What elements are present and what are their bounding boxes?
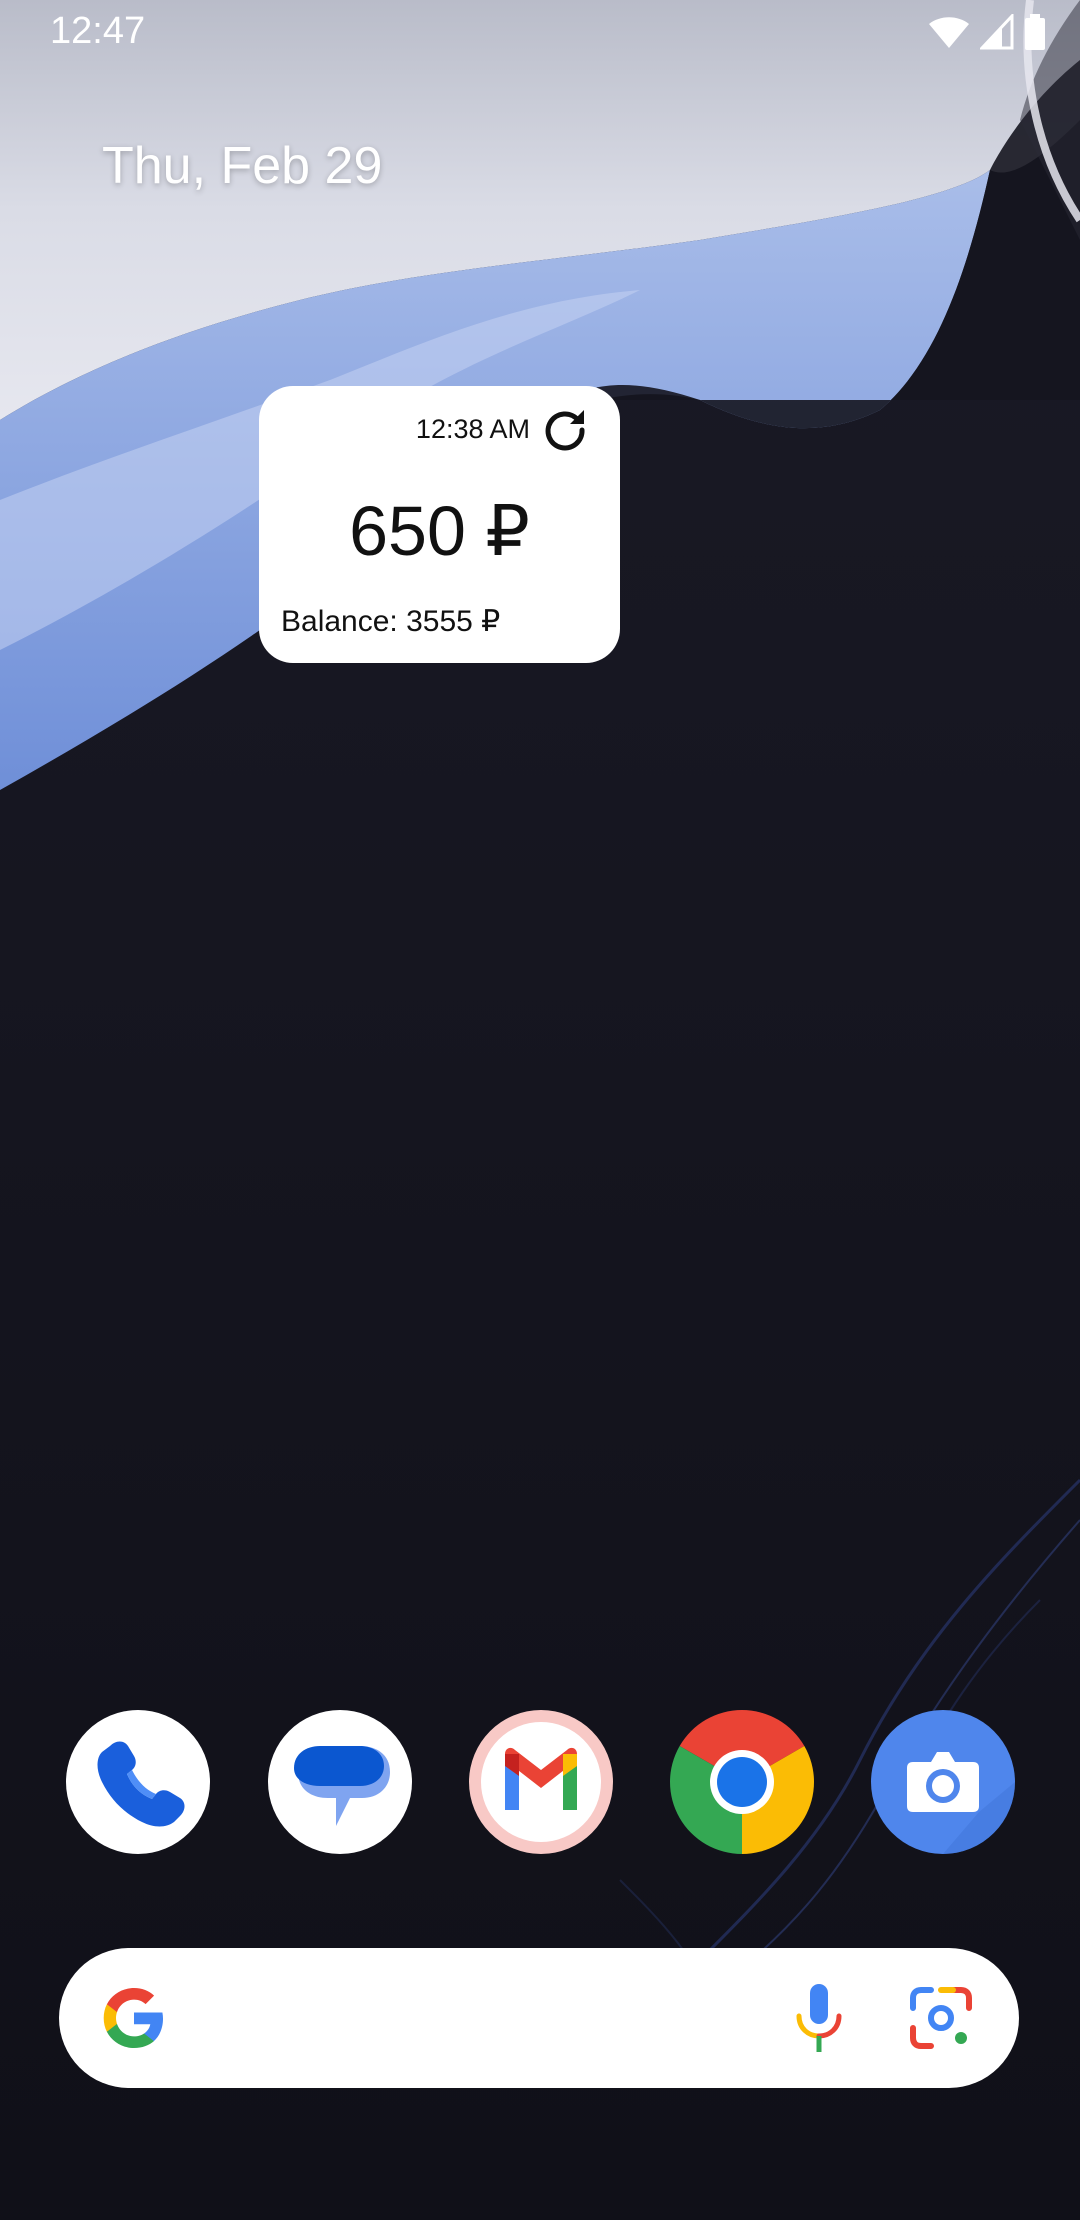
chrome-icon[interactable]	[670, 1710, 814, 1854]
widget-updated-time: 12:38 AM	[415, 414, 530, 444]
refresh-icon[interactable]	[540, 404, 590, 454]
signal-icon	[978, 12, 1014, 55]
widget-amount: 650 ₽	[349, 492, 530, 570]
widget-balance: Balance: 3555 ₽	[281, 605, 501, 638]
google-g-icon	[99, 1983, 169, 2053]
home-date[interactable]: Thu, Feb 29	[102, 136, 382, 196]
status-icons	[928, 12, 1046, 55]
wifi-icon	[928, 14, 970, 55]
gmail-icon[interactable]	[469, 1710, 613, 1854]
balance-widget[interactable]: 12:38 AM 650 ₽ Balance: 3555 ₽	[259, 386, 620, 663]
battery-icon	[1024, 14, 1046, 55]
gesture-handle[interactable]	[391, 2062, 689, 2073]
phone-icon[interactable]	[66, 1710, 210, 1854]
lens-icon[interactable]	[901, 1978, 981, 2058]
status-bar: 12:47	[0, 0, 1080, 66]
messages-icon[interactable]	[268, 1710, 412, 1854]
status-time: 12:47	[50, 10, 146, 52]
camera-icon[interactable]	[871, 1710, 1015, 1854]
microphone-icon[interactable]	[779, 1978, 859, 2058]
wallpaper	[0, 0, 1080, 2220]
